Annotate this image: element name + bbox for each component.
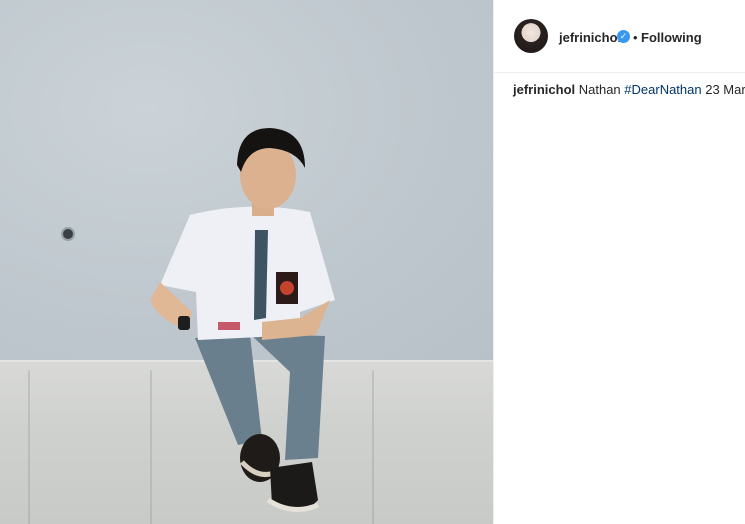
wristwatch	[178, 316, 190, 330]
post-header: jefrinichol ✓ • Following	[494, 0, 745, 73]
post-caption: jefrinichol Nathan #DearNathan 23 Maret	[513, 82, 745, 97]
post-photo[interactable]	[0, 0, 493, 524]
seated-student-figure	[150, 128, 335, 512]
separator-dot: •	[633, 30, 638, 45]
profile-avatar[interactable]	[514, 19, 548, 53]
following-button[interactable]: Following	[641, 30, 702, 45]
panel-divider	[493, 0, 494, 524]
caption-username[interactable]: jefrinichol	[513, 82, 575, 97]
phone-in-hand	[218, 322, 240, 330]
caption-text: Nathan	[575, 82, 625, 97]
header-username[interactable]: jefrinichol	[559, 30, 621, 45]
caption-date-text: 23 Maret	[705, 82, 745, 97]
left-leg	[195, 335, 262, 445]
tie	[254, 230, 268, 320]
verified-badge-icon: ✓	[617, 30, 630, 43]
hashtag-link[interactable]: #DearNathan	[624, 82, 701, 97]
